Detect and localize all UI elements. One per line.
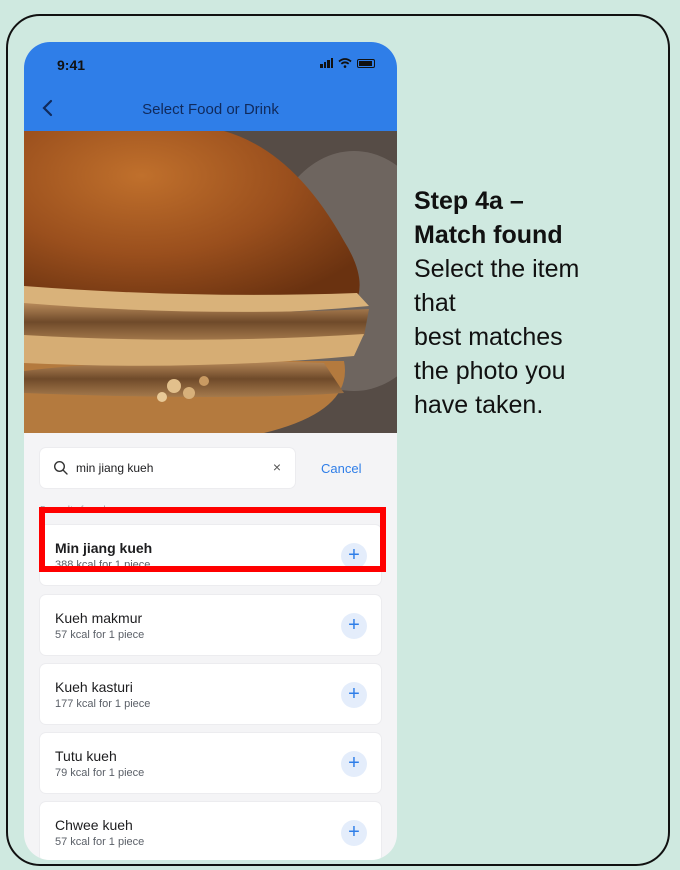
search-query: min jiang kueh [76, 461, 154, 475]
search-area: min jiang kueh × Cancel [24, 433, 397, 505]
add-plus-icon[interactable]: + [341, 613, 367, 639]
result-item-2[interactable]: Kueh makmur 57 kcal for 1 piece + [40, 595, 381, 655]
item-name: Chwee kueh [55, 817, 133, 833]
step-description: Select the item that best matches the ph… [414, 255, 580, 419]
phone-screenshot: 9:41 Select Food or Drink min jiang kueh… [24, 42, 397, 860]
item-kcal: 177 kcal for 1 piece [55, 698, 151, 710]
add-plus-icon[interactable]: + [341, 682, 367, 708]
cancel-button[interactable]: Cancel [321, 461, 361, 476]
search-icon [53, 460, 68, 475]
item-name: Tutu kueh [55, 748, 117, 764]
result-item-3[interactable]: Kueh kasturi 177 kcal for 1 piece + [40, 664, 381, 724]
clear-icon[interactable]: × [273, 459, 281, 475]
add-plus-icon[interactable]: + [341, 820, 367, 846]
status-time: 9:41 [57, 57, 86, 73]
page-title: Select Food or Drink [142, 101, 279, 118]
battery-icon [357, 58, 375, 68]
result-item-5[interactable]: Chwee kueh 57 kcal for 1 piece + [40, 802, 381, 860]
item-name: Kueh kasturi [55, 679, 133, 695]
item-kcal: 57 kcal for 1 piece [55, 629, 145, 641]
highlight-box [39, 507, 386, 572]
search-input[interactable]: min jiang kueh × [40, 448, 295, 488]
item-kcal: 57 kcal for 1 piece [55, 836, 145, 848]
add-plus-icon[interactable]: + [341, 751, 367, 777]
food-photo [24, 131, 397, 433]
item-name: Kueh makmur [55, 610, 143, 626]
app-header: 9:41 Select Food or Drink [24, 42, 397, 131]
item-kcal: 79 kcal for 1 piece [55, 767, 145, 779]
step-title: Step 4a – Match found [414, 187, 563, 249]
pancake-image [24, 131, 397, 433]
status-icons [320, 58, 375, 68]
step-caption: Step 4a – Match found Select the item th… [414, 184, 654, 422]
result-item-4[interactable]: Tutu kueh 79 kcal for 1 piece + [40, 733, 381, 793]
wifi-icon [338, 58, 352, 68]
signal-icon [320, 58, 333, 68]
